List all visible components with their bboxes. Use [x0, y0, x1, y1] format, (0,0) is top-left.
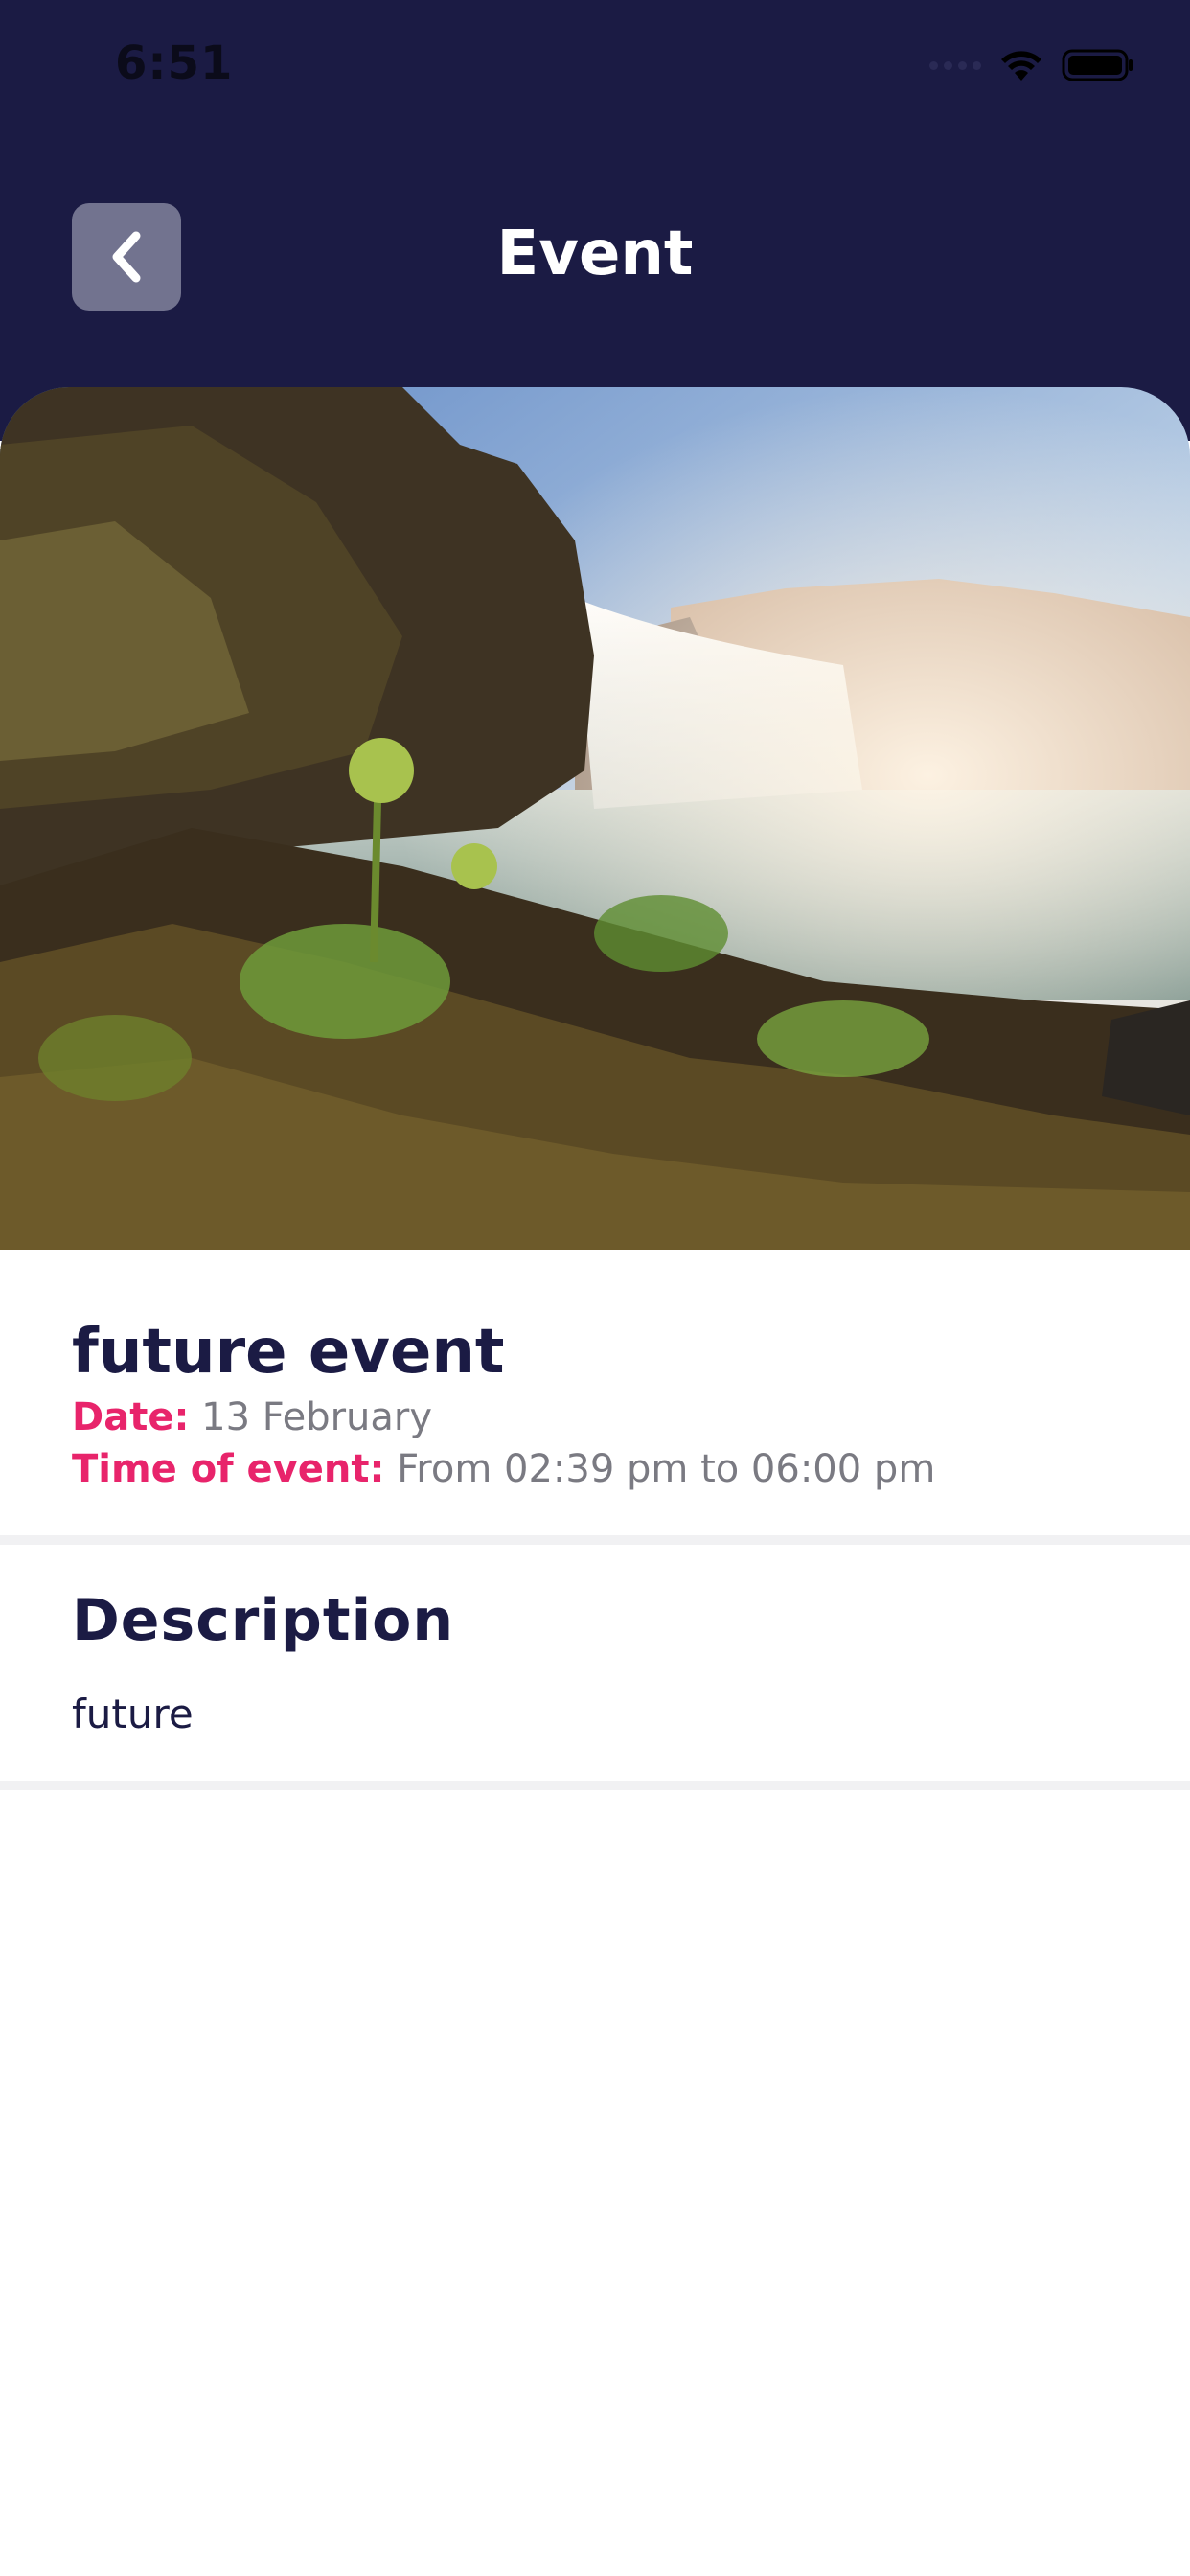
event-cover-image	[0, 387, 1190, 1250]
page-title: Event	[496, 218, 694, 289]
section-divider	[0, 1781, 1190, 1790]
status-time: 6:51	[115, 36, 234, 90]
description-heading: Description	[72, 1587, 455, 1654]
event-time: Time of event: From 02:39 pm to 06:00 pm	[72, 1447, 935, 1491]
description-section: Description future	[0, 1545, 1190, 1781]
time-value: From 02:39 pm to 06:00 pm	[397, 1447, 936, 1491]
status-bar: 6:51	[0, 0, 1190, 134]
date-label: Date:	[72, 1395, 190, 1439]
battery-icon	[1062, 49, 1133, 81]
cellular-signal-icon	[929, 60, 981, 70]
description-text: future	[72, 1690, 194, 1737]
time-label: Time of event:	[72, 1447, 385, 1491]
date-value: 13 February	[201, 1395, 433, 1439]
event-title: future event	[72, 1317, 505, 1388]
event-info: future event Date: 13 February Time of e…	[0, 1250, 1190, 1535]
event-date: Date: 13 February	[72, 1395, 432, 1439]
section-divider	[0, 1535, 1190, 1545]
wifi-icon	[1001, 51, 1041, 80]
status-icons	[929, 46, 1134, 84]
